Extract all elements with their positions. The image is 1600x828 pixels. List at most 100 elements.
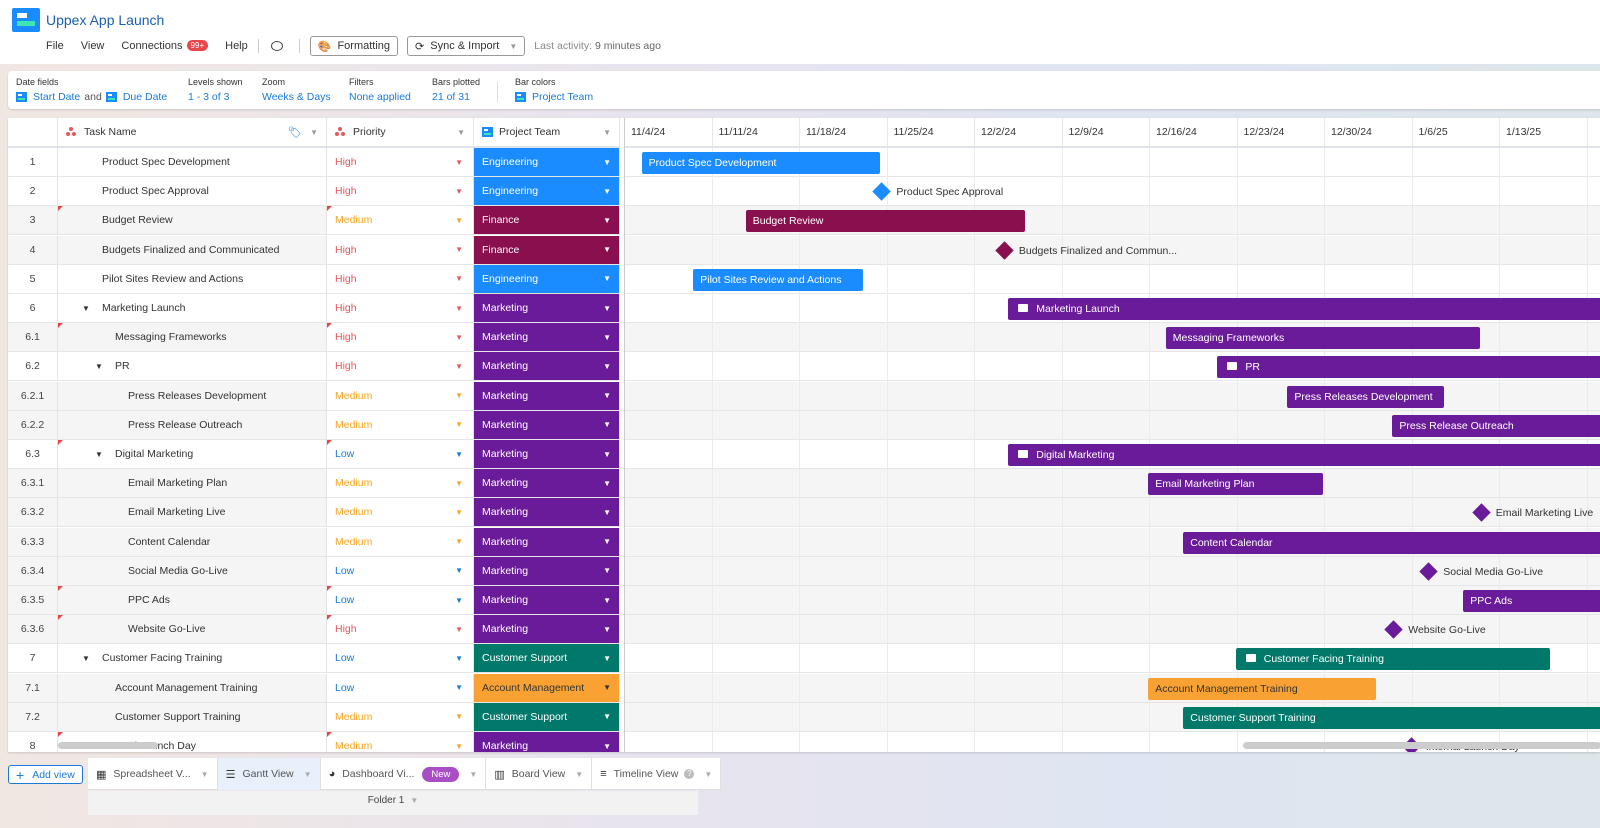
chevron-down-icon[interactable]: ▼ xyxy=(455,742,463,751)
task-name-cell[interactable]: Customer Support Training xyxy=(58,702,327,731)
gantt-group-bar[interactable]: Customer Facing Training xyxy=(1235,648,1550,671)
project-team-cell[interactable]: Marketing ▼ xyxy=(474,586,620,614)
table-row[interactable]: 6.3.1 Email Marketing Plan Medium ▼ Marketin… xyxy=(8,469,620,499)
tab-timeline-view[interactable]: ≡ Timeline View? ▼ xyxy=(592,758,722,790)
chevron-down-icon[interactable]: ▼ xyxy=(455,712,463,721)
priority-cell[interactable]: Medium ▼ xyxy=(327,732,474,752)
project-team-cell[interactable]: Marketing ▼ xyxy=(474,440,620,468)
task-name-cell[interactable]: ▼ Customer Facing Training xyxy=(58,644,327,673)
task-name-cell[interactable]: ▼ Marketing Launch xyxy=(58,294,327,322)
table-row[interactable]: 6 ▼ Marketing Launch High ▼ Marketing ▼ xyxy=(8,294,620,323)
task-name-cell[interactable]: Email Marketing Plan xyxy=(58,469,327,498)
table-row[interactable]: 6.1 Messaging Frameworks High ▼ Marketing ▼ xyxy=(8,323,620,353)
add-view-button[interactable]: + Add view xyxy=(8,765,83,784)
chevron-down-icon[interactable]: ▼ xyxy=(603,625,611,634)
gantt-group-bar[interactable]: Marketing Launch xyxy=(1008,298,1600,320)
chevron-down-icon[interactable]: ▼ xyxy=(603,420,611,429)
comment-icon[interactable] xyxy=(270,41,283,51)
menu-file[interactable]: File xyxy=(46,40,64,52)
chevron-down-icon[interactable]: ▼ xyxy=(455,216,463,225)
table-row[interactable]: 6.3.3 Content Calendar Medium ▼ Marketing ▼ xyxy=(8,527,620,557)
priority-cell[interactable]: Medium ▼ xyxy=(327,702,474,731)
chevron-down-icon[interactable]: ▼ xyxy=(457,128,465,137)
chevron-down-icon[interactable]: ▼ xyxy=(455,304,463,313)
menu-view[interactable]: View xyxy=(81,40,105,52)
chevron-down-icon[interactable]: ▼ xyxy=(455,450,463,459)
gantt-bar[interactable]: Press Release Outreach xyxy=(1392,414,1600,437)
formatting-button[interactable]: 🎨 Formatting xyxy=(309,36,399,56)
chevron-down-icon[interactable]: ▼ xyxy=(603,479,611,488)
task-name-cell[interactable]: Email Marketing Live xyxy=(58,498,327,527)
chevron-down-icon[interactable]: ▼ xyxy=(455,158,463,167)
help-icon[interactable]: ? xyxy=(684,769,695,779)
priority-cell[interactable]: Low ▼ xyxy=(327,440,474,468)
priority-cell[interactable]: Medium ▼ xyxy=(327,410,474,439)
date-fields-value[interactable]: Start Date and Due Date xyxy=(16,91,167,103)
project-team-cell[interactable]: Marketing ▼ xyxy=(474,381,620,410)
table-row[interactable]: 4 Budgets Finalized and Communicated High ▼… xyxy=(8,235,620,265)
gantt-group-bar[interactable]: Digital Marketing xyxy=(1008,444,1600,466)
gantt-bar[interactable]: Budget Review xyxy=(745,210,1025,233)
collapse-toggle-icon[interactable]: ▼ xyxy=(95,450,115,459)
project-team-cell[interactable]: Engineering ▼ xyxy=(474,177,620,206)
chevron-down-icon[interactable]: ▼ xyxy=(603,216,611,225)
chevron-down-icon[interactable]: ▼ xyxy=(603,683,611,692)
table-row[interactable]: 6.3.4 Social Media Go-Live Low ▼ Marketing ▼ xyxy=(8,556,620,586)
tab-dashboard-view[interactable]: ◕ Dashboard Vi... New ▼ xyxy=(321,758,487,790)
priority-cell[interactable]: Medium ▼ xyxy=(327,527,474,556)
project-team-cell[interactable]: Engineering ▼ xyxy=(474,148,620,176)
chevron-down-icon[interactable]: ▼ xyxy=(455,333,463,342)
chevron-down-icon[interactable]: ▼ xyxy=(603,654,611,663)
levels-value[interactable]: 1 - 3 of 3 xyxy=(188,91,243,103)
chevron-down-icon[interactable]: ▼ xyxy=(603,128,611,137)
project-team-cell[interactable]: Finance ▼ xyxy=(474,235,620,264)
priority-cell[interactable]: Medium ▼ xyxy=(327,381,474,410)
app-title[interactable]: Uppex App Launch xyxy=(46,12,164,28)
project-team-cell[interactable]: Customer Support ▼ xyxy=(474,644,620,673)
priority-cell[interactable]: Medium ▼ xyxy=(327,206,474,235)
priority-cell[interactable]: High ▼ xyxy=(327,235,474,264)
chevron-down-icon[interactable]: ▼ xyxy=(603,391,611,400)
gantt-bar[interactable]: Product Spec Development xyxy=(641,152,880,174)
menu-help[interactable]: Help xyxy=(225,40,248,52)
chevron-down-icon[interactable]: ▼ xyxy=(603,537,611,546)
task-name-cell[interactable]: Account Management Training xyxy=(58,673,327,702)
table-row[interactable]: 1 Product Spec Development High ▼ Engineerin… xyxy=(8,148,620,177)
chevron-down-icon[interactable]: ▼ xyxy=(603,304,611,313)
chevron-down-icon[interactable]: ▼ xyxy=(603,158,611,167)
chevron-down-icon[interactable]: ▼ xyxy=(469,770,477,779)
chevron-down-icon[interactable]: ▼ xyxy=(455,683,463,692)
chevron-down-icon[interactable]: ▼ xyxy=(455,537,463,546)
table-row[interactable]: 6.2.1 Press Releases Development Medium ▼ Ma… xyxy=(8,381,620,411)
collapse-toggle-icon[interactable]: ▼ xyxy=(82,654,102,663)
priority-cell[interactable]: Low ▼ xyxy=(327,673,474,702)
folder-bar[interactable]: Folder 1 ▼ xyxy=(88,791,698,815)
table-row[interactable]: 7 ▼ Customer Facing Training Low ▼ Customer S… xyxy=(8,644,620,674)
task-name-cell[interactable]: ▼ PR xyxy=(58,352,327,381)
chevron-down-icon[interactable]: ▼ xyxy=(304,770,312,779)
table-row[interactable]: 3 Budget Review Medium ▼ Finance ▼ xyxy=(8,206,620,236)
collapse-toggle-icon[interactable]: ▼ xyxy=(82,304,102,313)
tag-icon[interactable]: 🏷 xyxy=(288,126,302,139)
project-team-cell[interactable]: Marketing ▼ xyxy=(474,410,620,439)
chevron-down-icon[interactable]: ▼ xyxy=(603,362,611,371)
menu-connections[interactable]: Connections 99+ xyxy=(121,40,209,52)
chevron-down-icon[interactable]: ▼ xyxy=(704,770,712,779)
chevron-down-icon[interactable]: ▼ xyxy=(455,187,463,196)
sync-import-button[interactable]: ⟳ Sync & Import ▼ xyxy=(407,36,526,56)
priority-cell[interactable]: High ▼ xyxy=(327,294,474,322)
task-name-cell[interactable]: Press Release Outreach xyxy=(58,410,327,439)
chevron-down-icon[interactable]: ▼ xyxy=(455,566,463,575)
priority-cell[interactable]: High ▼ xyxy=(327,615,474,644)
table-row[interactable]: 2 Product Spec Approval High ▼ Engineering ▼ xyxy=(8,177,620,207)
bar-colors-value[interactable]: Project Team xyxy=(515,91,593,103)
project-team-cell[interactable]: Marketing ▼ xyxy=(474,527,620,556)
table-row[interactable]: 6.3 ▼ Digital Marketing Low ▼ Marketing ▼ xyxy=(8,440,620,469)
zoom-value[interactable]: Weeks & Days xyxy=(262,91,331,103)
chevron-down-icon[interactable]: ▼ xyxy=(455,245,463,254)
priority-cell[interactable]: High ▼ xyxy=(327,323,474,352)
header-task-name[interactable]: Task Name 🏷 ▼ xyxy=(58,118,327,146)
project-team-cell[interactable]: Marketing ▼ xyxy=(474,294,620,322)
chevron-down-icon[interactable]: ▼ xyxy=(455,596,463,605)
chevron-down-icon[interactable]: ▼ xyxy=(603,450,611,459)
